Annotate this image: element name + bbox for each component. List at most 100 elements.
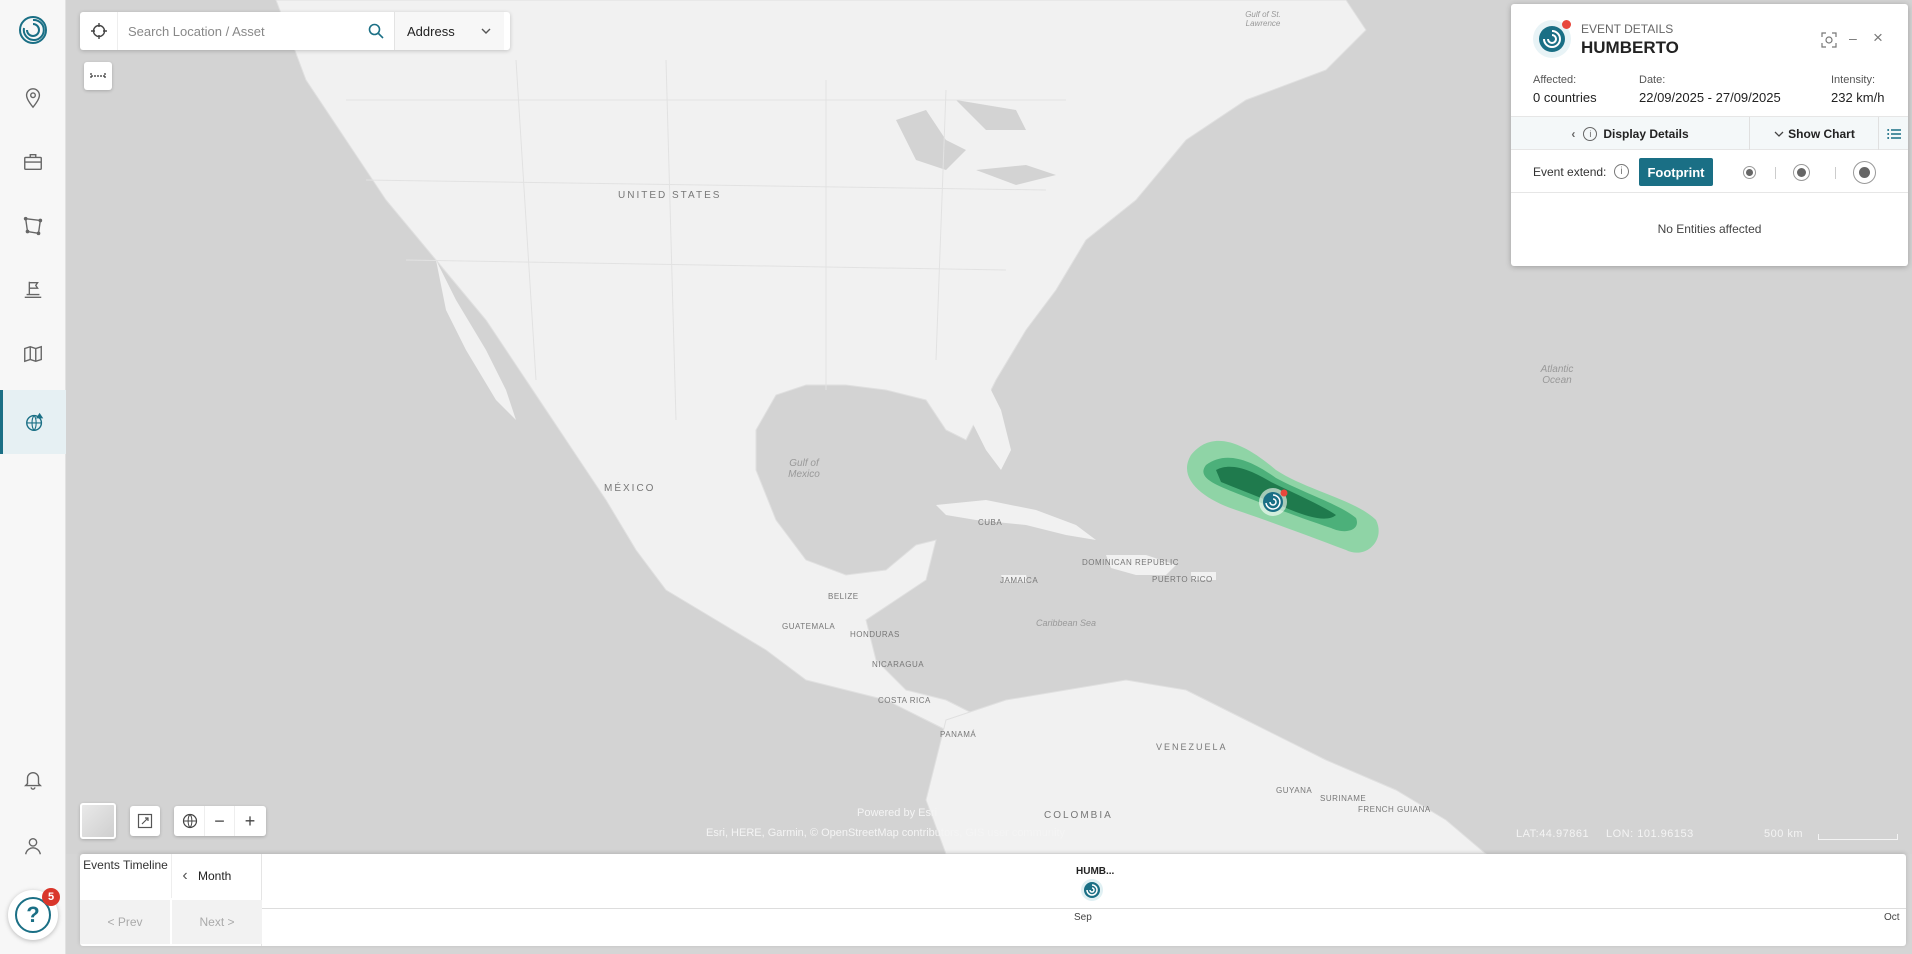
divider <box>1835 167 1836 179</box>
sidebar-item-notifications[interactable] <box>0 748 66 812</box>
ruler-icon <box>90 73 106 79</box>
map-label-caribbean: Caribbean Sea <box>1036 618 1097 628</box>
map-label-dominican: DOMINICAN REPUBLIC <box>1082 558 1180 567</box>
timeline-title: Events Timeline <box>83 858 168 872</box>
event-name: HUMBERTO <box>1581 38 1679 57</box>
timeline-period-selector[interactable]: ‹ Month <box>171 854 262 898</box>
fullscreen-button[interactable] <box>130 806 160 836</box>
basemap-toggle-button[interactable] <box>80 803 116 839</box>
zoom-controls: − + <box>174 806 266 836</box>
globe-view-button[interactable] <box>175 806 205 836</box>
map-label-honduras: HONDURAS <box>850 630 900 639</box>
divider <box>1775 167 1776 179</box>
locate-button[interactable] <box>80 12 118 50</box>
intensity-label: Intensity: <box>1831 74 1876 86</box>
longitude-readout: LON: 101.96153 <box>1606 828 1694 840</box>
location-pin-icon <box>25 88 41 109</box>
sidebar-item-profile[interactable] <box>0 814 66 878</box>
event-extend-row: Event extend: i Footprint <box>1511 151 1908 193</box>
map-label-panama: PANAMÁ <box>940 730 977 739</box>
sidebar: ? 5 <box>0 0 66 954</box>
map-label-guyana: GUYANA <box>1276 786 1313 795</box>
date-value: 22/09/2025 - 27/09/2025 <box>1639 90 1781 105</box>
briefcase-icon <box>24 153 42 171</box>
focus-icon <box>1821 32 1837 48</box>
show-chart-label: Show Chart <box>1788 126 1855 141</box>
sidebar-item-events[interactable] <box>0 390 66 454</box>
map-label-colombia: COLOMBIA <box>1044 810 1113 821</box>
timeline-event-label[interactable]: HUMB... <box>1076 866 1114 877</box>
globe-icon <box>182 813 197 829</box>
hurricane-icon <box>1533 20 1571 58</box>
events-timeline: Events Timeline ‹ Month < Prev Next > HU… <box>80 854 1906 946</box>
map-label-gulf-mexico: Gulf of Mexico <box>788 458 820 480</box>
measure-button[interactable] <box>84 62 112 90</box>
info-icon[interactable]: i <box>1614 164 1629 179</box>
zoom-out-button[interactable]: − <box>205 806 235 836</box>
sidebar-item-areas[interactable] <box>0 194 66 258</box>
search-icon <box>368 23 384 39</box>
timeline-track <box>262 908 1906 909</box>
event-details-panel: EVENT DETAILS HUMBERTO – × Affected: 0 c… <box>1511 4 1908 266</box>
map-label-belize: BELIZE <box>828 592 859 601</box>
hurricane-icon[interactable] <box>1080 878 1104 902</box>
chevron-down-icon <box>481 28 491 34</box>
timeline-tick-oct: Oct <box>1884 912 1900 923</box>
chevron-down-icon <box>1774 131 1784 137</box>
app-logo-icon[interactable] <box>17 14 49 46</box>
polygon-icon <box>23 216 43 236</box>
timeline-tick-sep: Sep <box>1074 912 1092 923</box>
display-details-button[interactable]: ‹ i Display Details <box>1511 117 1750 150</box>
help-badge: 5 <box>42 888 60 906</box>
date-label: Date: <box>1639 74 1666 86</box>
timeline-controls: Events Timeline ‹ Month < Prev Next > <box>80 854 262 946</box>
map-label-us: UNITED STATES <box>618 190 722 201</box>
search-input[interactable] <box>118 23 358 39</box>
map-label-french-guiana: FRENCH GUIANA <box>1358 805 1431 814</box>
display-details-label: Display Details <box>1603 126 1689 141</box>
info-icon: i <box>1583 126 1598 141</box>
timeline-period: Month <box>198 869 232 883</box>
scale-label: 500 km <box>1764 828 1804 840</box>
bell-icon <box>24 772 42 790</box>
chevron-left-icon: ‹ <box>1571 126 1576 141</box>
focus-button[interactable] <box>1821 32 1837 51</box>
search-bar: Address <box>80 12 510 50</box>
attribution-credits: Esri, HERE, Garmin, © OpenStreetMap cont… <box>706 827 1065 839</box>
search-mode-select[interactable]: Address <box>394 12 504 50</box>
sidebar-item-portfolio[interactable] <box>0 130 66 194</box>
map-label-puerto-rico: PUERTO RICO <box>1152 575 1213 584</box>
minimize-icon: – <box>1849 30 1857 46</box>
timeline-prev-button[interactable]: < Prev <box>80 900 170 944</box>
sidebar-item-locations[interactable] <box>0 66 66 130</box>
search-mode-value: Address <box>407 23 455 39</box>
help-button[interactable]: ? 5 <box>8 888 60 940</box>
timeline-next-button[interactable]: Next > <box>172 900 262 944</box>
minus-icon: − <box>214 810 225 831</box>
map-label-jamaica: JAMAICA <box>1000 576 1039 585</box>
extend-radio-medium[interactable] <box>1793 164 1810 181</box>
minimize-button[interactable]: – <box>1849 30 1857 46</box>
powered-by-text: Powered by Esri <box>857 807 938 819</box>
extend-radio-large[interactable] <box>1853 161 1876 184</box>
search-button[interactable] <box>358 23 394 39</box>
map-label-costa-rica: COSTA RICA <box>878 696 931 705</box>
sidebar-item-sites[interactable] <box>0 258 66 322</box>
footprint-button[interactable]: Footprint <box>1639 158 1713 186</box>
map-label-guatemala: GUATEMALA <box>782 622 836 631</box>
alert-dot <box>1562 20 1571 29</box>
close-button[interactable]: × <box>1873 28 1883 48</box>
expand-icon <box>137 813 153 829</box>
extend-radio-small[interactable] <box>1743 166 1756 179</box>
zoom-in-button[interactable]: + <box>235 806 265 836</box>
sidebar-item-maps[interactable] <box>0 322 66 386</box>
list-icon <box>1887 128 1901 139</box>
affected-value: 0 countries <box>1533 90 1597 105</box>
map-label-suriname: SURINAME <box>1320 794 1367 803</box>
show-chart-button[interactable]: Show Chart <box>1751 117 1879 150</box>
close-icon: × <box>1873 28 1883 47</box>
no-entities-message: No Entities affected <box>1657 222 1762 236</box>
chevron-left-icon[interactable]: ‹ <box>172 867 198 885</box>
list-view-button[interactable] <box>1880 117 1908 150</box>
latitude-readout: LAT:44.97861 <box>1516 828 1590 840</box>
